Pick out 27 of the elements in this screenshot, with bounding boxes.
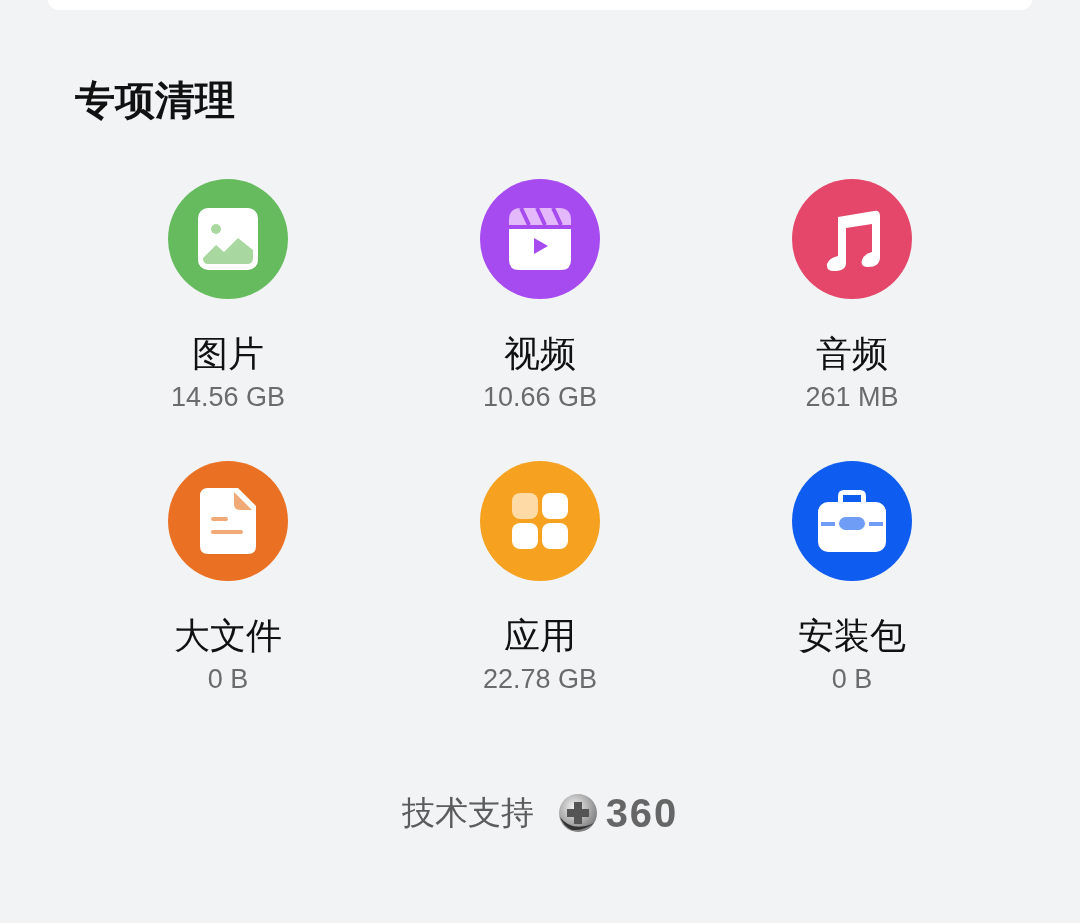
category-label: 图片 bbox=[192, 332, 264, 376]
document-icon bbox=[200, 488, 256, 554]
category-size: 261 MB bbox=[805, 381, 899, 414]
category-tile[interactable]: 音频 261 MB bbox=[696, 179, 1008, 414]
category-size: 0 B bbox=[831, 663, 873, 696]
clapperboard-icon bbox=[509, 208, 571, 270]
category-size: 10.66 GB bbox=[482, 381, 598, 414]
plus-globe-icon bbox=[557, 792, 598, 833]
category-tile[interactable]: 图片 14.56 GB bbox=[72, 179, 384, 414]
category-size: 0 B bbox=[207, 663, 249, 696]
section-title: 专项清理 bbox=[75, 76, 236, 125]
category-size: 22.78 GB bbox=[482, 663, 598, 696]
category-tile[interactable]: 大文件 0 B bbox=[72, 461, 384, 696]
category-tile[interactable]: 应用 22.78 GB bbox=[384, 461, 696, 696]
app-grid-icon bbox=[512, 493, 568, 549]
category-tile[interactable]: 安装包 0 B bbox=[696, 461, 1008, 696]
logo-text: 360 bbox=[605, 790, 679, 835]
toolbox-icon bbox=[818, 490, 886, 552]
category-label: 视频 bbox=[504, 332, 576, 376]
category-label: 大文件 bbox=[174, 614, 282, 658]
category-label: 应用 bbox=[504, 614, 576, 658]
footer-text: 技术支持 bbox=[401, 792, 534, 834]
category-tile[interactable]: 视频 10.66 GB bbox=[384, 179, 696, 414]
category-size: 14.56 GB bbox=[170, 381, 286, 414]
category-label: 安装包 bbox=[798, 614, 906, 658]
category-label: 音频 bbox=[816, 332, 888, 376]
image-icon bbox=[198, 208, 258, 270]
